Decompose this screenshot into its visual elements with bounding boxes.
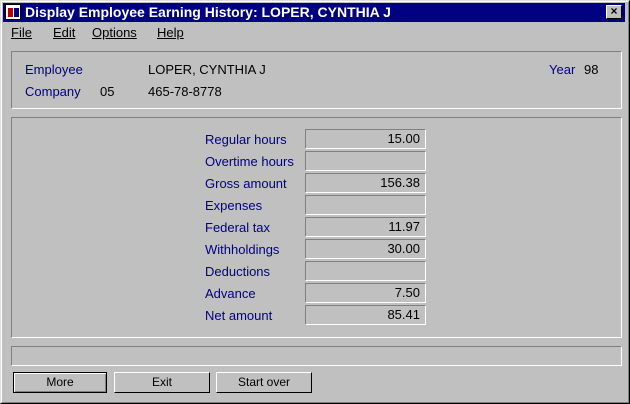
overtime-hours-label: Overtime hours (205, 154, 294, 169)
withholdings-field[interactable]: 30.00 (305, 239, 426, 259)
menu-edit[interactable]: Edit (53, 25, 75, 41)
overtime-hours-field[interactable] (305, 151, 426, 171)
employee-header-panel (11, 51, 622, 109)
title-bar[interactable]: Display Employee Earning History: LOPER,… (3, 3, 625, 22)
employee-label: Employee (25, 62, 83, 77)
close-icon: × (610, 4, 618, 18)
company-code: 05 (100, 84, 115, 99)
regular-hours-field[interactable]: 15.00 (305, 129, 426, 149)
net-amount-field[interactable]: 85.41 (305, 305, 426, 325)
regular-hours-label: Regular hours (205, 132, 287, 147)
advance-field[interactable]: 7.50 (305, 283, 426, 303)
more-button[interactable]: More (13, 372, 107, 393)
net-amount-label: Net amount (205, 308, 273, 323)
deductions-field[interactable] (305, 261, 426, 281)
employee-ssn: 465-78-8778 (148, 84, 222, 99)
federal-tax-label: Federal tax (205, 220, 271, 235)
expenses-field[interactable] (305, 195, 426, 215)
status-bar (11, 346, 622, 366)
gross-amount-label: Gross amount (205, 176, 287, 191)
year-value: 98 (584, 62, 599, 77)
menu-file-label: File (11, 25, 32, 40)
app-icon-blue-block (14, 8, 19, 17)
menu-help[interactable]: Help (157, 25, 184, 41)
expenses-label: Expenses (205, 198, 263, 213)
gross-amount-field[interactable]: 156.38 (305, 173, 426, 193)
advance-label: Advance (205, 286, 256, 301)
exit-button[interactable]: Exit (114, 372, 210, 393)
year-label: Year (549, 62, 576, 77)
menu-edit-label: Edit (53, 25, 76, 40)
app-icon[interactable] (5, 4, 21, 20)
menu-options[interactable]: Options (92, 25, 137, 41)
window-title: Display Employee Earning History: LOPER,… (25, 4, 391, 20)
menu-options-label: Options (92, 25, 137, 40)
app-icon-red-block (8, 8, 13, 17)
menu-bar: File Edit Options Help (3, 23, 625, 42)
federal-tax-field[interactable]: 11.97 (305, 217, 426, 237)
menu-help-label: Help (157, 25, 184, 40)
employee-name: LOPER, CYNTHIA J (148, 62, 266, 77)
withholdings-label: Withholdings (205, 242, 280, 257)
close-button[interactable]: × (606, 5, 622, 19)
deductions-label: Deductions (205, 264, 271, 279)
menu-file[interactable]: File (11, 25, 32, 41)
main-window: Display Employee Earning History: LOPER,… (0, 0, 630, 404)
company-label: Company (25, 84, 81, 99)
start-over-button[interactable]: Start over (216, 372, 312, 393)
